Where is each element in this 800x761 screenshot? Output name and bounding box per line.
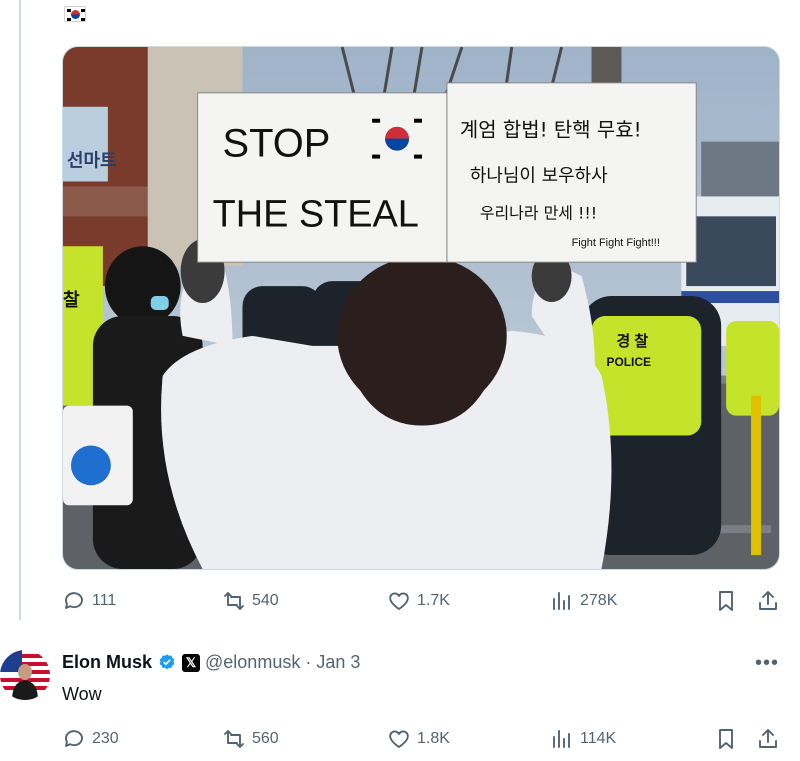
bookmark-button[interactable] [714, 589, 738, 613]
svg-text:POLICE: POLICE [606, 355, 651, 369]
svg-text:하나님이 보우하사: 하나님이 보우하사 [470, 165, 608, 186]
like-icon [389, 730, 409, 748]
post-image[interactable]: 선마트 찰 경 찰 POLICE STOP THE STEAL 계엄 합법! 탄… [62, 46, 780, 570]
svg-text:Fight Fight Fight!!!: Fight Fight Fight!!! [572, 237, 660, 249]
views-count: 114K [580, 730, 617, 747]
bookmark-icon [719, 729, 733, 749]
reply-body-text: Wow [62, 684, 102, 704]
protest-sign-left: STOP THE STEAL [197, 92, 448, 263]
like-button[interactable]: 1.8K [387, 727, 450, 751]
reply-count: 230 [92, 730, 119, 747]
flag-kr-icon [64, 6, 86, 22]
separator-dot: · [305, 652, 312, 672]
views-icon [553, 730, 570, 748]
reply-icon [65, 730, 83, 747]
like-count: 1.8K [417, 730, 450, 747]
repost-icon [224, 730, 244, 748]
store-sign: 선마트 [67, 151, 117, 171]
share-button[interactable] [756, 727, 780, 751]
reply-button[interactable]: 111 [62, 589, 116, 613]
author-handle[interactable]: @elonmusk [205, 652, 300, 673]
bookmark-icon [719, 591, 733, 611]
more-icon[interactable]: ••• [755, 652, 779, 675]
like-count: 1.7K [417, 592, 450, 609]
repost-icon [224, 592, 244, 610]
reply-button[interactable]: 230 [62, 727, 119, 751]
reply-action-bar: 230 560 1.8K 114K [62, 724, 780, 754]
protest-sign-right: 계엄 합법! 탄핵 무효! 하나님이 보우하사 우리나라 만세 !!! Figh… [446, 82, 697, 263]
like-icon [389, 592, 409, 610]
share-icon [759, 591, 777, 610]
post-date[interactable]: Jan 3 [316, 652, 360, 673]
views-button[interactable]: 114K [550, 727, 616, 751]
x-logo-icon: 𝕏 [182, 653, 201, 672]
share-icon [759, 729, 777, 748]
views-count: 278K [580, 592, 618, 609]
svg-text:STOP: STOP [223, 122, 331, 166]
like-button[interactable]: 1.7K [387, 589, 450, 613]
thread-connector-line [19, 0, 21, 620]
views-button[interactable]: 278K [550, 589, 617, 613]
reply-icon [65, 592, 83, 609]
repost-button[interactable]: 540 [222, 589, 279, 613]
svg-text:THE STEAL: THE STEAL [213, 193, 419, 235]
views-icon [553, 592, 570, 610]
police-vest-text: 경 찰 [616, 332, 648, 350]
svg-text:우리나라 만세 !!!: 우리나라 만세 !!! [480, 203, 597, 222]
share-button[interactable] [756, 589, 780, 613]
repost-count: 560 [252, 730, 279, 747]
avatar[interactable] [0, 650, 50, 700]
bookmark-button[interactable] [714, 727, 738, 751]
author-name[interactable]: Elon Musk [62, 652, 152, 673]
repost-button[interactable]: 560 [222, 727, 279, 751]
reply-count: 111 [92, 592, 117, 609]
protest-photo: 선마트 찰 경 찰 POLICE STOP THE STEAL 계엄 합법! 탄… [63, 47, 779, 569]
svg-text:계엄 합법! 탄핵 무효!: 계엄 합법! 탄핵 무효! [460, 119, 642, 142]
repost-count: 540 [252, 592, 279, 609]
post-action-bar: 111 540 1.7K 278K [62, 586, 780, 616]
svg-text:찰: 찰 [63, 290, 80, 310]
verified-icon [159, 653, 175, 669]
